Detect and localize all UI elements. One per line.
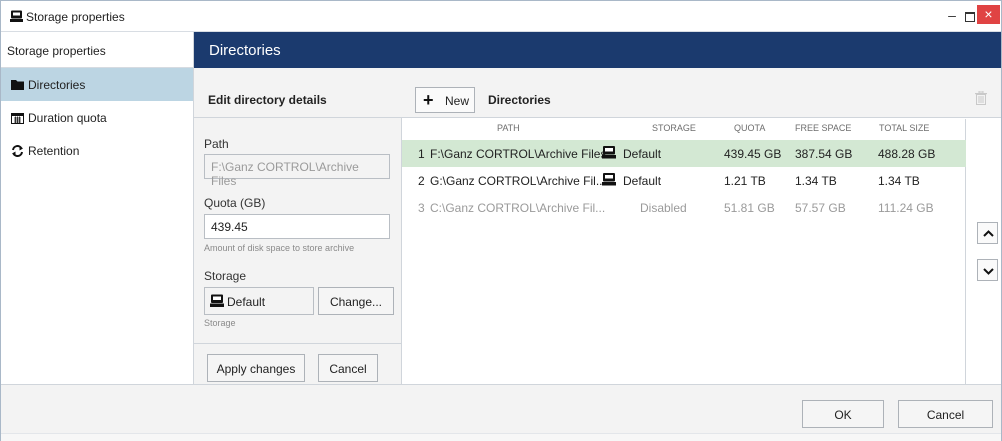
hard-drive-icon (602, 173, 616, 186)
hard-drive-icon (210, 294, 224, 307)
path-label: Path (204, 137, 229, 151)
close-button[interactable]: × (977, 5, 1000, 24)
row-path: G:\Ganz CORTROL\Archive Fil... (430, 174, 606, 188)
path-field: F:\Ganz CORTROL\Archive Files (204, 154, 390, 188)
divider (194, 343, 402, 344)
sidebar: Storage properties Directories Duration … (1, 32, 194, 384)
row-path: F:\Ganz CORTROL\Archive Files (430, 147, 607, 161)
quota-label: Quota (GB) (204, 196, 266, 210)
edit-panel-header: Edit directory details (194, 68, 402, 118)
directories-table: PATH STORAGE QUOTA FREE SPACE TOTAL SIZE… (402, 119, 966, 384)
footer-strip (1, 433, 1001, 441)
row-free-space: 57.57 GB (795, 201, 846, 215)
storage-hint: Storage (204, 318, 236, 328)
storage-label: Storage (204, 269, 247, 283)
column-header-free-space: FREE SPACE (795, 123, 852, 133)
directories-title: Directories (488, 93, 551, 107)
column-header-quota: QUOTA (734, 123, 766, 133)
section-title: Directories (209, 42, 281, 59)
sidebar-item-directories[interactable]: Directories (1, 68, 193, 101)
table-row[interactable]: 3 C:\Ganz CORTROL\Archive Fil... Disable… (402, 194, 966, 221)
edit-panel-title: Edit directory details (208, 93, 327, 107)
sidebar-item-duration-quota[interactable]: Duration quota (1, 101, 193, 134)
column-header-total-size: TOTAL SIZE (879, 123, 930, 133)
row-total-size: 1.34 TB (878, 174, 920, 188)
table-header: PATH STORAGE QUOTA FREE SPACE TOTAL SIZE (402, 119, 966, 137)
sidebar-header: Storage properties (1, 32, 193, 68)
table-row[interactable]: 2 G:\Ganz CORTROL\Archive Fil... Default… (402, 167, 966, 194)
quota-hint: Amount of disk space to store archive (204, 243, 355, 253)
dialog-footer: OK Cancel (1, 384, 1001, 441)
row-total-size: 111.24 GB (878, 201, 934, 215)
title-bar: Storage properties – × (1, 1, 1001, 32)
column-header-path: PATH (497, 123, 520, 133)
plus-icon: + (423, 90, 434, 110)
row-quota: 51.81 GB (724, 201, 775, 215)
row-quota: 439.45 GB (724, 147, 782, 161)
row-storage: Disabled (640, 201, 687, 215)
calendar-icon (11, 113, 24, 124)
storage-value-box: Default (204, 287, 314, 315)
chevron-down-icon (983, 268, 994, 275)
move-up-button[interactable] (977, 222, 998, 244)
cancel-edit-button[interactable]: Cancel (318, 354, 378, 382)
row-number: 2 (418, 174, 425, 188)
window-title: Storage properties (26, 10, 125, 24)
new-directory-button[interactable]: + New (415, 87, 475, 113)
move-down-button[interactable] (977, 259, 998, 281)
row-storage: Default (623, 174, 662, 188)
directories-toolbar: + New Directories (402, 68, 1001, 118)
sidebar-item-label: Directories (28, 78, 86, 92)
row-storage: Default (623, 147, 662, 161)
quota-input[interactable]: 439.45 (204, 214, 390, 239)
directories-panel: + New Directories PATH STORAGE QUOTA FRE… (402, 68, 1001, 384)
row-number: 1 (418, 147, 425, 161)
folder-icon (11, 80, 24, 90)
row-free-space: 1.34 TB (795, 174, 837, 188)
apply-changes-button[interactable]: Apply changes (207, 354, 305, 382)
sidebar-item-label: Retention (28, 144, 80, 158)
new-button-label: New (445, 94, 470, 108)
table-row[interactable]: 1 F:\Ganz CORTROL\Archive Files Default … (402, 140, 966, 167)
row-quota: 1.21 TB (724, 174, 766, 188)
edit-directory-panel: Edit directory details Path F:\Ganz CORT… (194, 68, 402, 384)
cancel-button[interactable]: Cancel (898, 400, 993, 428)
change-storage-button[interactable]: Change... (318, 287, 394, 315)
chevron-up-icon (983, 230, 994, 237)
sidebar-item-retention[interactable]: Retention (1, 134, 193, 167)
row-number: 3 (418, 201, 425, 215)
ok-button[interactable]: OK (802, 400, 884, 428)
hard-drive-icon (602, 146, 616, 159)
sidebar-item-label: Duration quota (28, 111, 107, 125)
column-header-storage: STORAGE (652, 123, 696, 133)
refresh-icon (12, 145, 23, 157)
storage-properties-window: Storage properties – × Storage propertie… (0, 0, 1002, 441)
hard-drive-icon (10, 10, 23, 22)
maximize-button[interactable] (959, 6, 979, 26)
trash-icon[interactable] (975, 91, 987, 105)
row-free-space: 387.54 GB (795, 147, 853, 161)
row-path: C:\Ganz CORTROL\Archive Fil... (430, 201, 606, 215)
row-total-size: 488.28 GB (878, 147, 936, 161)
storage-value: Default (227, 295, 266, 309)
section-header: Directories (194, 32, 1001, 68)
